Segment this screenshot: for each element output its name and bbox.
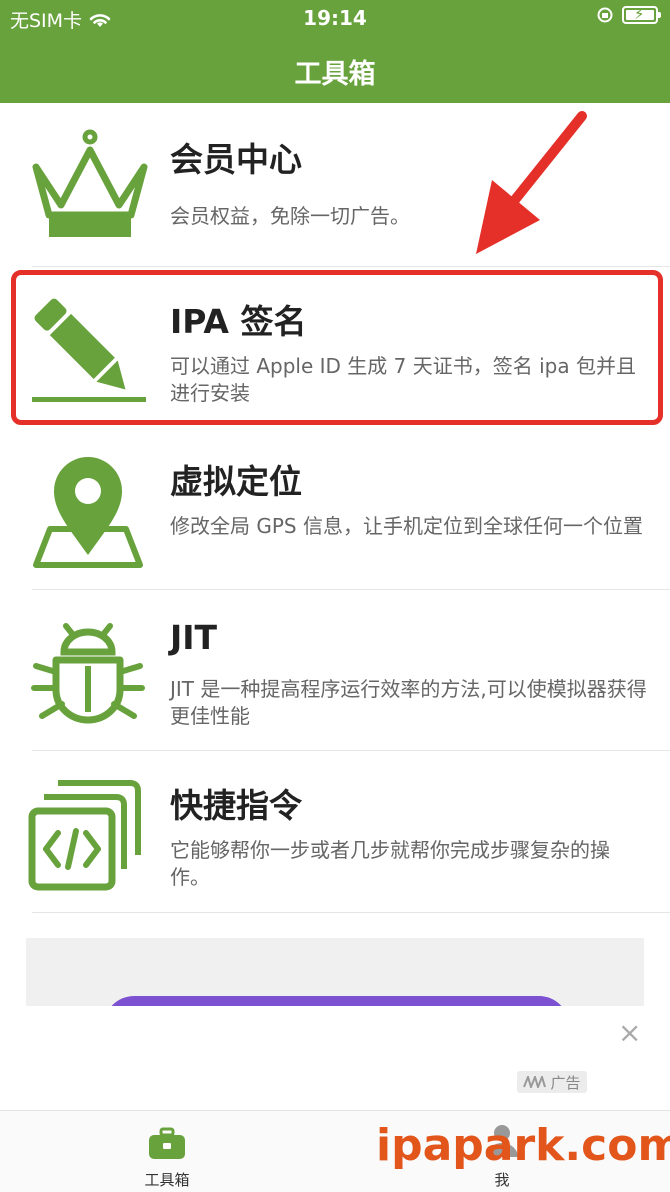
item-title: JIT: [170, 618, 218, 657]
orientation-lock-icon: [597, 7, 613, 23]
location-pin-icon: [33, 457, 143, 568]
ad-label: 广告: [517, 1071, 587, 1093]
status-time: 19:14: [303, 6, 367, 30]
divider: [32, 912, 670, 913]
status-bar: 无SIM卡 19:14 ⚡: [0, 0, 670, 36]
item-title: 会员中心: [170, 140, 302, 179]
tab-toolbox[interactable]: 工具箱: [107, 1111, 227, 1192]
tab-label: 我: [494, 1171, 510, 1189]
tab-label: 工具箱: [144, 1171, 190, 1189]
arrow-icon: [476, 111, 587, 254]
status-right: ⚡: [596, 5, 661, 24]
battery-icon: ⚡: [622, 5, 661, 24]
app-header: 无SIM卡 19:14 ⚡ 工具箱: [0, 0, 670, 103]
ad-logo-icon: [523, 1076, 547, 1088]
list-item-shortcuts[interactable]: 快捷指令 它能够帮你一步或者几步就帮你完成步骤复杂的操作。: [0, 751, 670, 913]
crown-icon: [32, 129, 148, 237]
toolbox-icon: [149, 1127, 185, 1159]
ad-close-button[interactable]: ×: [618, 1016, 641, 1049]
item-title: 快捷指令: [170, 786, 302, 825]
highlight-box: [11, 270, 663, 425]
item-desc: 它能够帮你一步或者几步就帮你完成步骤复杂的操作。: [170, 838, 610, 889]
list-item-virtual-location[interactable]: 虚拟定位 修改全局 GPS 信息，让手机定位到全球任何一个位置: [0, 427, 670, 589]
bug-icon: [31, 623, 145, 724]
item-title: 虚拟定位: [170, 462, 302, 501]
list-item-jit[interactable]: JIT JIT 是一种提高程序运行效率的方法,可以使模拟器获得更佳性能: [0, 590, 670, 750]
watermark-text: ipapark.com: [376, 1120, 670, 1171]
ad-label-text: 广告: [550, 1073, 581, 1092]
ad-image: [104, 996, 569, 1006]
item-desc: JIT 是一种提高程序运行效率的方法,可以使模拟器获得更佳性能: [170, 677, 647, 728]
item-desc: 修改全局 GPS 信息，让手机定位到全球任何一个位置: [170, 514, 643, 538]
shortcuts-icon: [28, 780, 141, 891]
page-title: 工具箱: [294, 59, 376, 90]
ad-banner[interactable]: [26, 938, 644, 1006]
